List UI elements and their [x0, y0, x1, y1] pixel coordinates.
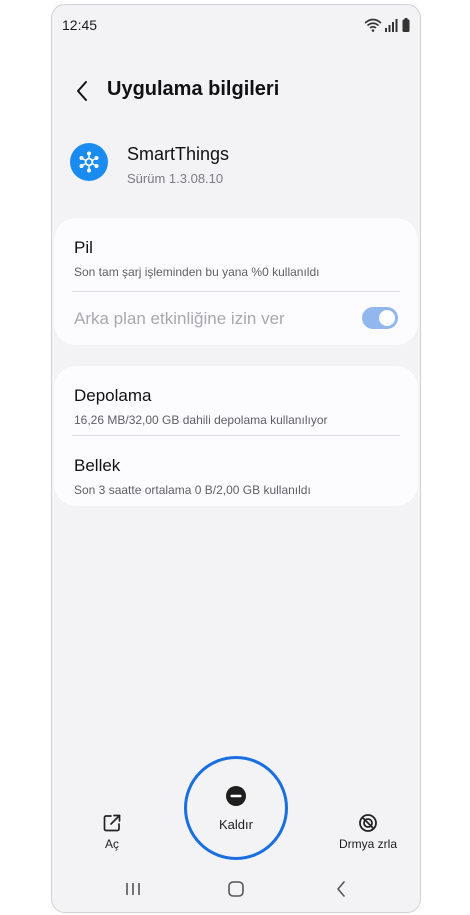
toggle-knob	[379, 310, 395, 326]
phone-screen: 12:45 Uygulama bilgileri SmartThings Sür…	[51, 4, 421, 913]
status-icons	[364, 16, 410, 32]
recents-icon	[126, 883, 140, 895]
page-title: Uygulama bilgileri	[107, 78, 280, 100]
memory-subtitle: Son 3 saatte ortalama 0 B/2,00 GB kullan…	[74, 483, 311, 497]
navigation-bar	[52, 871, 420, 911]
battery-icon	[402, 18, 410, 32]
app-version: Sürüm 1.3.08.10	[127, 171, 224, 186]
back-button[interactable]	[68, 75, 96, 107]
battery-row[interactable]: Pil Son tam şarj işleminden bu yana %0 k…	[74, 238, 404, 282]
divider	[72, 291, 400, 292]
memory-row[interactable]: Bellek Son 3 saatte ortalama 0 B/2,00 GB…	[74, 456, 404, 500]
signal-icon	[385, 19, 398, 32]
open-external-icon	[103, 814, 121, 832]
recent-apps-button[interactable]	[122, 877, 144, 901]
storage-subtitle: 16,26 MB/32,00 GB dahili depolama kullan…	[74, 413, 328, 427]
minus-circle-icon	[226, 785, 246, 806]
storage-row[interactable]: Depolama 16,26 MB/32,00 GB dahili depola…	[74, 386, 404, 430]
force-stop-button[interactable]: Drmya zrla	[318, 813, 418, 851]
background-activity-label: Arka plan etkinliğine izin ver	[74, 309, 285, 328]
storage-card: Depolama 16,26 MB/32,00 GB dahili depola…	[54, 366, 418, 506]
divider	[72, 435, 400, 436]
app-name: SmartThings	[127, 144, 230, 164]
open-label: Aç	[104, 837, 119, 851]
storage-title: Depolama	[74, 386, 152, 405]
home-icon	[228, 881, 244, 897]
open-button[interactable]: Aç	[96, 813, 128, 851]
uninstall-button[interactable]: Kaldır	[184, 756, 288, 860]
wifi-icon	[364, 18, 382, 32]
battery-title: Pil	[74, 238, 93, 257]
background-activity-toggle[interactable]	[362, 307, 398, 329]
status-time: 12:45	[62, 17, 98, 33]
chevron-left-icon	[77, 81, 87, 101]
battery-card: Pil Son tam şarj işleminden bu yana %0 k…	[54, 218, 418, 345]
memory-title: Bellek	[74, 456, 121, 475]
uninstall-label: Kaldır	[219, 816, 253, 832]
battery-subtitle: Son tam şarj işleminden bu yana %0 kulla…	[74, 265, 320, 279]
status-bar: 12:45	[52, 5, 420, 43]
back-nav-button[interactable]	[330, 877, 352, 901]
force-stop-label: Drmya zrla	[338, 837, 397, 851]
smartthings-icon	[70, 143, 108, 181]
back-nav-icon	[337, 881, 345, 897]
app-summary: SmartThings Sürüm 1.3.08.10	[52, 141, 420, 195]
force-stop-icon	[359, 814, 377, 832]
app-info-header: Uygulama bilgileri	[52, 71, 420, 111]
home-button[interactable]	[225, 877, 247, 901]
